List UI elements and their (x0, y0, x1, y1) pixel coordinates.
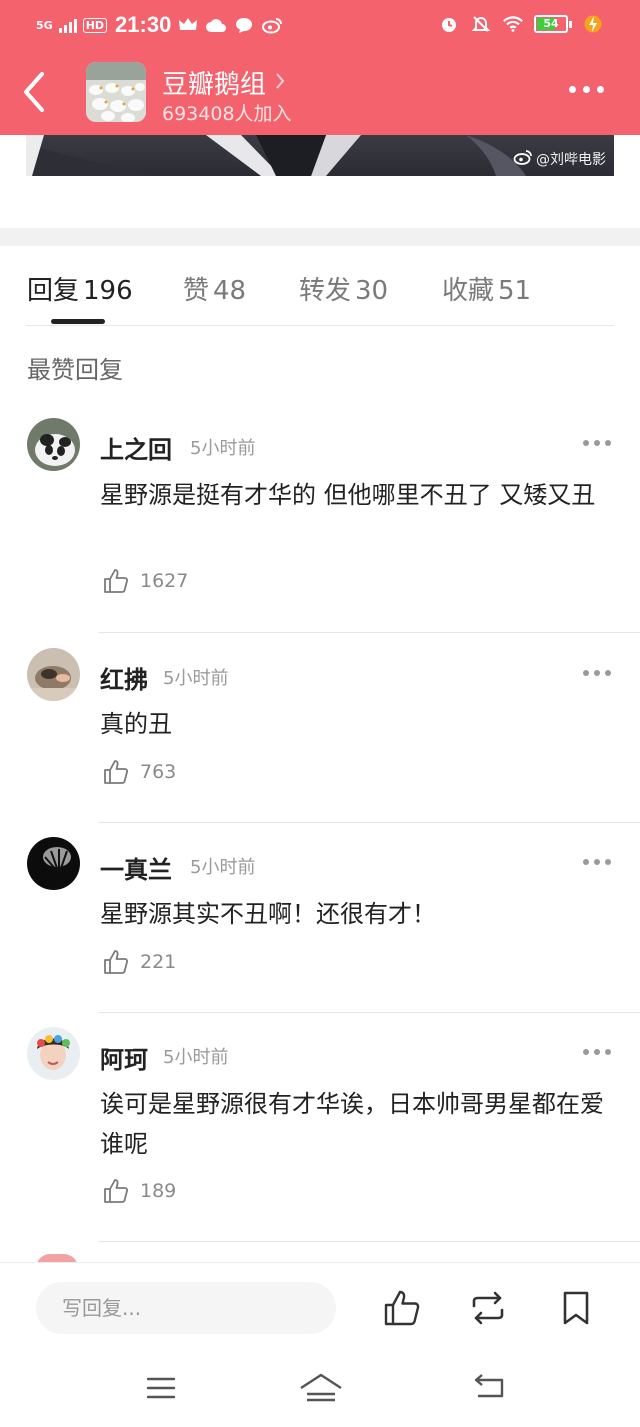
menu-icon[interactable] (146, 1372, 176, 1406)
weibo-icon (513, 149, 533, 169)
comment-username[interactable]: 红拂 (100, 660, 148, 695)
post-image[interactable]: @刘哔电影 (26, 135, 614, 176)
avatar[interactable] (27, 418, 80, 471)
tab-label: 转发 (299, 276, 352, 306)
tab-count: 30 (355, 276, 389, 306)
watermark-text: @刘哔电影 (536, 152, 606, 168)
avatar[interactable] (27, 837, 80, 890)
alarm-icon (438, 13, 460, 35)
comment-username[interactable]: 阿珂 (100, 1040, 148, 1075)
network-label: 5G (36, 18, 53, 32)
comment-text: 诶可是星野源很有才华诶，日本帅哥男星都在爱谁呢 (100, 1090, 604, 1158)
comment-more-icon[interactable] (583, 1049, 611, 1055)
comment-text: 星野源其实不丑啊！还很有才！ (100, 900, 436, 928)
system-nav-bar (0, 1352, 640, 1427)
comment-time: 5小时前 (190, 438, 256, 459)
tab-reposts[interactable]: 转发 30 (299, 270, 388, 307)
active-tab-indicator (51, 319, 105, 324)
chat-bubble-icon (233, 14, 255, 36)
tab-likes[interactable]: 赞 48 (183, 270, 246, 307)
bottom-action-bar: 写回复... (0, 1262, 640, 1352)
comment-more-icon[interactable] (583, 859, 611, 865)
thumb-up-icon (104, 1179, 129, 1203)
thumb-up-icon (104, 950, 129, 974)
bookmark-icon[interactable] (556, 1288, 596, 1328)
avatar[interactable] (27, 648, 80, 701)
tab-favorites[interactable]: 收藏 51 (442, 270, 531, 307)
thumb-up-icon[interactable] (382, 1288, 422, 1328)
tab-label: 回复 (27, 276, 80, 306)
weibo-status-icon (261, 14, 283, 36)
home-icon[interactable] (299, 1372, 343, 1408)
like-count: 1627 (140, 570, 189, 592)
more-icon[interactable] (569, 86, 604, 93)
thumb-up-icon (104, 569, 129, 593)
status-bar: 5G HD 21:30 54 (0, 0, 640, 50)
avatar[interactable] (27, 1027, 80, 1080)
comment-divider (98, 632, 640, 633)
tab-bar: 回复 196 赞 48 转发 30 收藏 51 (0, 246, 640, 326)
tabs-divider (26, 325, 614, 326)
header-bar: 5G HD 21:30 54 豆瓣鹅组 693408人加入 (0, 0, 640, 135)
crown-icon (177, 14, 199, 36)
tab-count: 51 (498, 276, 532, 306)
reply-input[interactable]: 写回复... (36, 1282, 336, 1334)
comment-username[interactable]: 上之回 (100, 430, 172, 465)
comment-more-icon[interactable] (583, 440, 611, 446)
thumb-up-icon (104, 760, 129, 784)
charging-icon (582, 13, 604, 35)
battery-icon: 54 (534, 15, 572, 33)
comment-time: 5小时前 (163, 668, 229, 689)
group-avatar[interactable] (86, 62, 146, 122)
back-nav-icon[interactable] (472, 1372, 506, 1406)
hd-badge: HD (82, 17, 108, 33)
signal-icon (58, 17, 77, 33)
chevron-right-icon (274, 68, 286, 98)
comment-more-icon[interactable] (583, 670, 611, 676)
page: 5G HD 21:30 54 豆瓣鹅组 693408人加入 @刘哔电影 回复 1… (0, 0, 640, 1427)
tab-label: 赞 (183, 276, 210, 306)
comment-divider (98, 822, 640, 823)
like-button[interactable]: 763 (102, 758, 176, 786)
section-separator (0, 228, 640, 246)
member-count: 693408人加入 (162, 103, 292, 125)
like-button[interactable]: 189 (102, 1177, 176, 1205)
comment-divider (98, 1012, 640, 1013)
comment-time: 5小时前 (163, 1047, 229, 1068)
tab-count: 48 (213, 276, 247, 306)
group-name-link[interactable]: 豆瓣鹅组 (162, 64, 286, 101)
tab-count: 196 (83, 276, 133, 306)
like-button[interactable]: 1627 (102, 567, 188, 595)
cloud-icon (205, 14, 227, 36)
group-name: 豆瓣鹅组 (162, 70, 267, 100)
battery-level: 54 (543, 17, 559, 30)
like-count: 189 (140, 1180, 177, 1202)
comment-divider (98, 1241, 640, 1242)
tab-label: 收藏 (442, 276, 495, 306)
section-title: 最赞回复 (27, 356, 123, 384)
status-time: 21:30 (115, 12, 172, 37)
mute-bell-icon (470, 13, 492, 35)
repost-icon[interactable] (468, 1288, 508, 1328)
like-count: 763 (140, 761, 177, 783)
comment-text: 真的丑 (100, 710, 172, 738)
comment-time: 5小时前 (190, 857, 256, 878)
comment-username[interactable]: 一真兰 (100, 850, 172, 885)
back-icon[interactable] (20, 70, 50, 114)
wifi-icon (502, 13, 524, 35)
like-button[interactable]: 221 (102, 948, 176, 976)
like-count: 221 (140, 951, 177, 973)
image-watermark: @刘哔电影 (513, 149, 606, 169)
tab-replies[interactable]: 回复 196 (27, 270, 133, 307)
comment-text: 星野源是挺有才华的 但他哪里不丑了 又矮又丑 (100, 481, 596, 509)
